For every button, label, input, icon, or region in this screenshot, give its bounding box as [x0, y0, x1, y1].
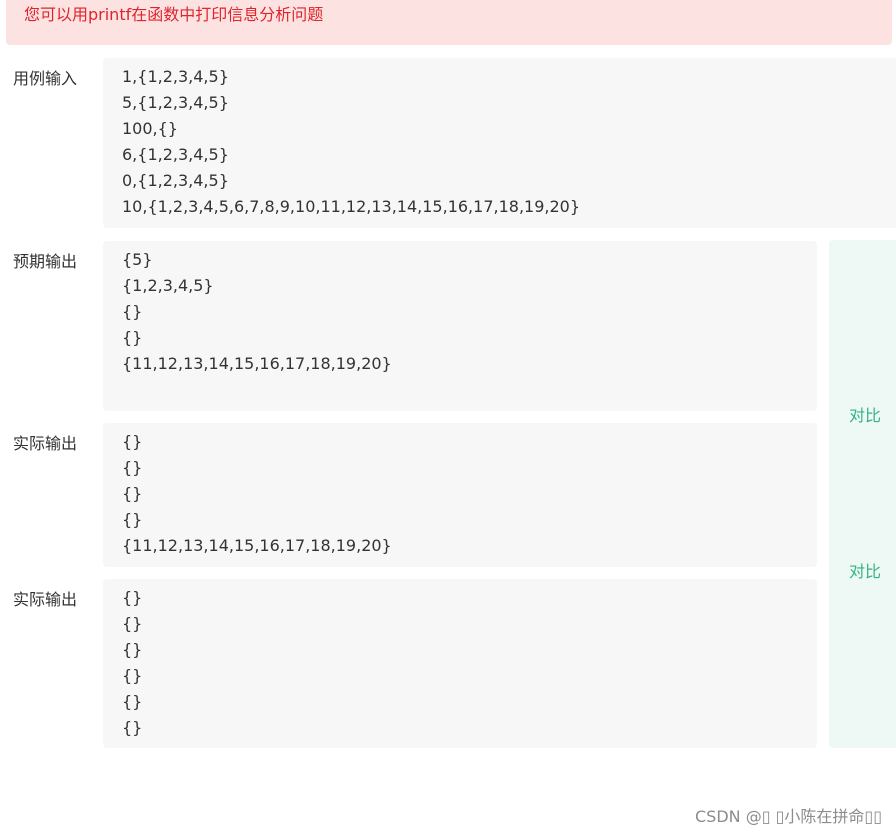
expected-output-label: 预期输出 [13, 252, 78, 271]
input-line: 0,{1,2,3,4,5} [122, 171, 229, 190]
input-box: 1,{1,2,3,4,5} 5,{1,2,3,4,5} 100,{} 6,{1,… [103, 58, 896, 228]
csdn-watermark: CSDN @▯ ▯小陈在拼命▯▯ [694, 807, 882, 826]
actual-output-box-2: {} {} {} {} {} {} [103, 579, 817, 748]
actual-output-line: {11,12,13,14,15,16,17,18,19,20} [122, 536, 392, 555]
input-line: 100,{} [122, 119, 178, 138]
compare-button[interactable]: 对比 [849, 405, 881, 427]
actual-output-line: {} [122, 484, 143, 503]
expected-output-line: {} [122, 328, 143, 347]
actual-output-line: {} [122, 640, 143, 659]
hint-alert-text: 您可以用printf在函数中打印信息分析问题 [24, 5, 324, 24]
input-line: 1,{1,2,3,4,5} [122, 67, 229, 86]
actual-output-line: {} [122, 614, 143, 633]
actual-output-line: {} [122, 510, 143, 529]
input-line: 10,{1,2,3,4,5,6,7,8,9,10,11,12,13,14,15,… [122, 197, 581, 216]
expected-output-line: {1,2,3,4,5} [122, 276, 214, 295]
input-label: 用例输入 [13, 69, 78, 88]
input-line: 6,{1,2,3,4,5} [122, 145, 229, 164]
input-line: 5,{1,2,3,4,5} [122, 93, 229, 112]
expected-output-box: {5} {1,2,3,4,5} {} {} {11,12,13,14,15,16… [103, 241, 817, 411]
expected-output-line: {11,12,13,14,15,16,17,18,19,20} [122, 354, 392, 373]
actual-output-line: {} [122, 692, 143, 711]
actual-output-line: {} [122, 666, 143, 685]
actual-output-line: {} [122, 432, 143, 451]
compare-button-2[interactable]: 对比 [849, 561, 881, 583]
actual-output-line: {} [122, 718, 143, 737]
compare-panel [829, 240, 896, 748]
actual-output-label-2: 实际输出 [13, 590, 78, 609]
actual-output-box: {} {} {} {} {11,12,13,14,15,16,17,18,19,… [103, 423, 817, 567]
actual-output-line: {} [122, 588, 143, 607]
hint-alert: 您可以用printf在函数中打印信息分析问题 [6, 0, 892, 45]
expected-output-line: {5} [122, 250, 153, 269]
actual-output-line: {} [122, 458, 143, 477]
expected-output-line: {} [122, 302, 143, 321]
actual-output-label: 实际输出 [13, 434, 78, 453]
